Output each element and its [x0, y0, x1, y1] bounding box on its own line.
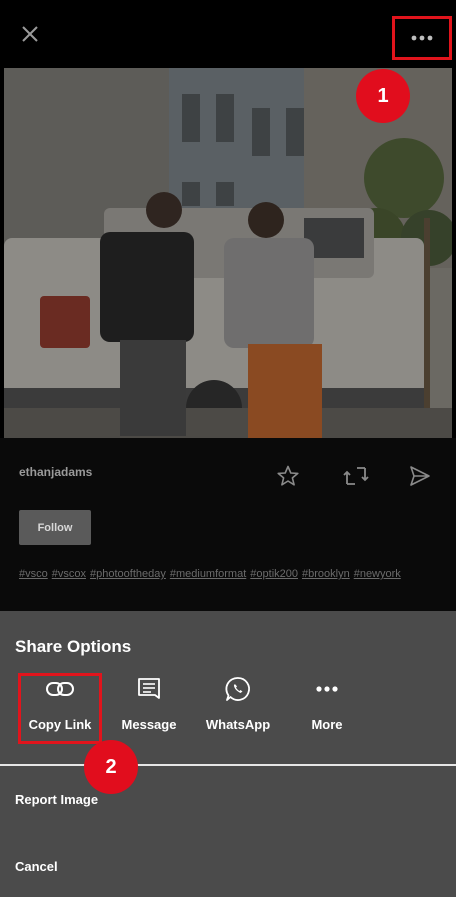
follow-button[interactable]: Follow — [19, 510, 91, 545]
report-image-button[interactable]: Report Image — [15, 792, 98, 807]
more-share-button[interactable]: More — [282, 673, 372, 743]
sheet-title: Share Options — [15, 637, 132, 656]
step-marker-1: 1 — [356, 69, 410, 123]
divider — [0, 764, 456, 766]
message-button[interactable]: Message — [104, 673, 194, 743]
ellipsis-icon — [316, 686, 338, 692]
whatsapp-icon — [225, 677, 250, 701]
post-photo — [4, 68, 452, 438]
hashtag-link[interactable]: #mediumformat — [170, 568, 246, 580]
top-bar — [0, 0, 456, 68]
share-sheet: Share Options Copy Link Message WhatsApp… — [0, 611, 456, 897]
cancel-button[interactable]: Cancel — [15, 859, 58, 874]
post-details: ethanjadams Follow #vsco #vscox #photoof… — [0, 438, 456, 611]
repost-icon — [343, 467, 369, 485]
message-label: Message — [121, 717, 177, 732]
hashtag-link[interactable]: #vscox — [52, 568, 86, 580]
copy-link-label: Copy Link — [28, 717, 92, 732]
hashtag-link[interactable]: #optik200 — [250, 568, 298, 580]
close-button[interactable] — [14, 18, 46, 50]
ellipsis-icon — [411, 35, 433, 41]
favorite-button[interactable] — [272, 460, 304, 492]
hashtag-link[interactable]: #photooftheday — [90, 568, 166, 580]
star-icon — [277, 465, 299, 486]
message-icon — [138, 678, 160, 699]
more-options-button[interactable] — [392, 16, 452, 60]
username[interactable]: ethanjadams — [19, 465, 92, 479]
link-icon — [46, 682, 74, 696]
step-marker-2: 2 — [84, 740, 138, 794]
send-icon — [410, 466, 430, 486]
send-button[interactable] — [404, 460, 436, 492]
close-icon — [22, 26, 38, 42]
hashtags: #vsco #vscox #photooftheday #mediumforma… — [19, 568, 401, 580]
whatsapp-button[interactable]: WhatsApp — [193, 673, 283, 743]
repost-button[interactable] — [340, 460, 372, 492]
hashtag-link[interactable]: #newyork — [354, 568, 401, 580]
whatsapp-label: WhatsApp — [205, 717, 271, 732]
hashtag-link[interactable]: #brooklyn — [302, 568, 350, 580]
hashtag-link[interactable]: #vsco — [19, 568, 48, 580]
more-label: More — [311, 717, 343, 732]
copy-link-button[interactable]: Copy Link — [15, 673, 105, 743]
